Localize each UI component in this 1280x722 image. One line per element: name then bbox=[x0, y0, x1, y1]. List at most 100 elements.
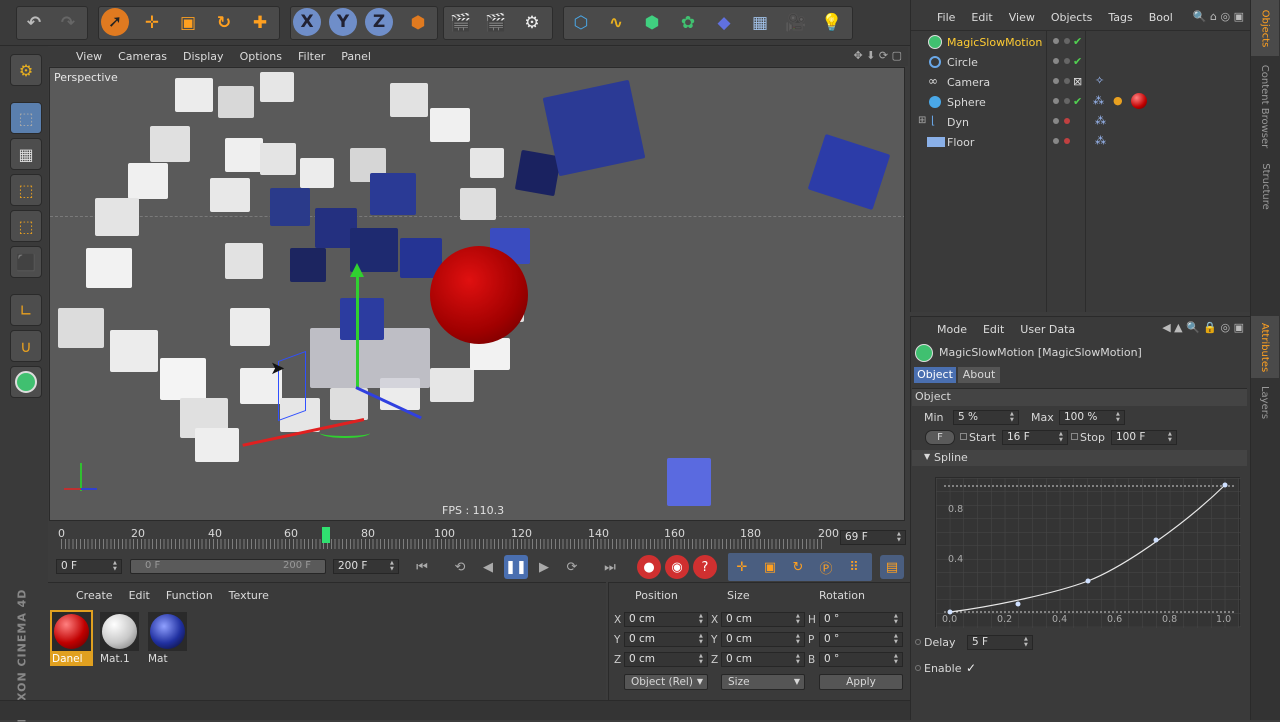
om-header-icons[interactable]: 🔍 ⌂ ◎ ▣ bbox=[1193, 10, 1244, 23]
record-icon[interactable]: ● bbox=[637, 555, 661, 579]
material-swatch-mat1[interactable]: Mat.1 bbox=[98, 610, 141, 666]
expand-icon[interactable]: ⊞ bbox=[918, 115, 926, 126]
playhead[interactable] bbox=[322, 527, 330, 543]
coord-mode-dropdown[interactable]: Object (Rel) ▼ bbox=[624, 674, 708, 690]
enable-checkbox[interactable]: ✓ bbox=[966, 661, 976, 675]
select-tool-icon[interactable]: ➚ bbox=[101, 8, 129, 36]
start-frame-field[interactable]: 0 F bbox=[56, 559, 122, 574]
render-settings-icon[interactable]: ⚙ bbox=[517, 8, 547, 38]
am-menu-userdata[interactable]: User Data bbox=[1012, 321, 1083, 339]
start-field[interactable]: 16 F bbox=[1002, 430, 1068, 445]
am-header-icons[interactable]: ◀ ▲ 🔍 🔒 ◎ ▣ bbox=[1162, 321, 1244, 334]
current-frame-field[interactable]: 69 F bbox=[840, 530, 906, 545]
rotate-tool-icon[interactable]: ↻ bbox=[209, 8, 239, 38]
object-row-dyn[interactable]: ⊞ ⌊ Dyn ⁂ bbox=[915, 112, 1245, 132]
key-rotation-icon[interactable]: ↻ bbox=[786, 555, 810, 579]
points-mode-icon[interactable]: ⬚ bbox=[10, 174, 42, 206]
object-row-sphere[interactable]: Sphere ✔ ⁂ ● bbox=[915, 92, 1245, 112]
viewport-menu-panel[interactable]: Panel bbox=[333, 48, 379, 66]
goto-end-icon[interactable]: ⏭ bbox=[598, 555, 622, 579]
scale-tool-icon[interactable]: ▣ bbox=[173, 8, 203, 38]
rot-b-field[interactable]: 0 ° bbox=[819, 652, 903, 667]
workplane-icon[interactable] bbox=[10, 366, 42, 398]
range-slider[interactable]: 0 F 200 F bbox=[130, 559, 326, 574]
min-field[interactable]: 5 % bbox=[953, 410, 1019, 425]
camera-tag-icon[interactable]: ⊠ bbox=[1073, 75, 1082, 88]
material-swatch-mat[interactable]: Mat bbox=[146, 610, 189, 666]
object-row-magicslowmotion[interactable]: MagicSlowMotion ✔ bbox=[915, 32, 1245, 52]
dynamics-tag-icon[interactable]: ⁂ bbox=[1095, 134, 1106, 147]
polygons-mode-icon[interactable]: ⬛ bbox=[10, 246, 42, 278]
timeline-window-icon[interactable]: ▤ bbox=[880, 555, 904, 579]
coord-system-icon[interactable]: ⬢ bbox=[403, 8, 433, 38]
rot-p-field[interactable]: 0 ° bbox=[819, 632, 903, 647]
dynamics-tag-icon[interactable]: ⁂ bbox=[1093, 94, 1104, 107]
pos-y-field[interactable]: 0 cm bbox=[624, 632, 708, 647]
material-menu-create[interactable]: Create bbox=[68, 587, 121, 605]
pause-icon[interactable]: ❚❚ bbox=[504, 555, 528, 579]
enable-anim-dot[interactable] bbox=[915, 665, 921, 671]
prev-key-icon[interactable]: ⟲ bbox=[448, 555, 472, 579]
viewport-menu-filter[interactable]: Filter bbox=[290, 48, 333, 66]
am-menu-edit[interactable]: Edit bbox=[975, 321, 1012, 339]
cube-icon[interactable]: ⬡ bbox=[566, 8, 596, 38]
om-menu-bool[interactable]: Bool bbox=[1141, 9, 1181, 27]
size-x-field[interactable]: 0 cm bbox=[721, 612, 805, 627]
material-menu-function[interactable]: Function bbox=[158, 587, 221, 605]
material-menu-edit[interactable]: Edit bbox=[121, 587, 158, 605]
nurbs-icon[interactable]: ⬢ bbox=[637, 8, 667, 38]
timeline-ruler[interactable]: 0 20 40 60 80 100 120 140 160 180 200 69… bbox=[48, 523, 910, 553]
key-pla-icon[interactable]: ⠿ bbox=[842, 555, 866, 579]
pos-z-field[interactable]: 0 cm bbox=[624, 652, 708, 667]
tab-structure[interactable]: Structure bbox=[1251, 156, 1279, 216]
render-view-icon[interactable]: 🎬 bbox=[446, 8, 476, 38]
next-key-icon[interactable]: ⟳ bbox=[560, 555, 584, 579]
delay-anim-dot[interactable] bbox=[915, 639, 921, 645]
dynamics-tag-icon[interactable]: ⁂ bbox=[1095, 114, 1106, 127]
render-picture-icon[interactable]: 🎬 bbox=[481, 8, 511, 38]
z-axis-icon[interactable]: Z bbox=[365, 8, 393, 36]
object-row-floor[interactable]: Floor ⁂ bbox=[915, 132, 1245, 152]
tab-layers[interactable]: Layers bbox=[1251, 380, 1279, 424]
play-reverse-icon[interactable]: ◀ bbox=[476, 555, 500, 579]
size-y-field[interactable]: 0 cm bbox=[721, 632, 805, 647]
stop-field[interactable]: 100 F bbox=[1111, 430, 1177, 445]
axis-mode-icon[interactable]: ∟ bbox=[10, 294, 42, 326]
viewport-menu-display[interactable]: Display bbox=[175, 48, 232, 66]
autokey-icon[interactable]: ◉ bbox=[665, 555, 689, 579]
enabled-check-icon[interactable]: ✔ bbox=[1073, 35, 1082, 48]
x-axis-icon[interactable]: X bbox=[293, 8, 321, 36]
phong-tag-icon[interactable]: ● bbox=[1113, 94, 1123, 107]
tab-attributes[interactable]: Attributes bbox=[1251, 316, 1279, 378]
viewport-canvas[interactable]: Perspective ➤ FPS: 110.3 bbox=[49, 67, 905, 521]
camera-icon[interactable]: 🎥 bbox=[781, 8, 811, 38]
size-mode-dropdown[interactable]: Size ▼ bbox=[721, 674, 805, 690]
redo-icon[interactable]: ↷ bbox=[53, 8, 83, 38]
spline-icon[interactable]: ∿ bbox=[601, 8, 631, 38]
key-scale-icon[interactable]: ▣ bbox=[758, 555, 782, 579]
om-menu-tags[interactable]: Tags bbox=[1100, 9, 1140, 27]
enabled-check-icon[interactable]: ✔ bbox=[1073, 95, 1082, 108]
stop-checkbox[interactable] bbox=[1071, 433, 1078, 440]
tab-content-browser[interactable]: Content Browser bbox=[1251, 58, 1279, 154]
start-checkbox[interactable] bbox=[960, 433, 967, 440]
size-z-field[interactable]: 0 cm bbox=[721, 652, 805, 667]
om-menu-view[interactable]: View bbox=[1001, 9, 1043, 27]
scene-icon[interactable]: ▦ bbox=[745, 8, 775, 38]
apply-button[interactable]: Apply bbox=[819, 674, 903, 690]
attr-tab-object[interactable]: Object bbox=[914, 367, 956, 383]
attr-tab-about[interactable]: About bbox=[958, 367, 1000, 383]
keyframe-help-icon[interactable]: ? bbox=[693, 555, 717, 579]
snap-icon[interactable]: ∪ bbox=[10, 330, 42, 362]
object-row-camera[interactable]: ∞ Camera ⊠ ✧ bbox=[915, 72, 1245, 92]
model-mode-icon[interactable]: ⬚ bbox=[10, 102, 42, 134]
make-editable-icon[interactable]: ⚙ bbox=[10, 54, 42, 86]
y-axis-icon[interactable]: Y bbox=[329, 8, 357, 36]
key-position-icon[interactable]: ✛ bbox=[730, 555, 754, 579]
texture-mode-icon[interactable]: ▦ bbox=[10, 138, 42, 170]
enabled-check-icon[interactable]: ✔ bbox=[1073, 55, 1082, 68]
material-tag-icon[interactable] bbox=[1131, 93, 1147, 109]
om-menu-file[interactable]: File bbox=[929, 9, 963, 27]
edges-mode-icon[interactable]: ⬚ bbox=[10, 210, 42, 242]
max-field[interactable]: 100 % bbox=[1059, 410, 1125, 425]
